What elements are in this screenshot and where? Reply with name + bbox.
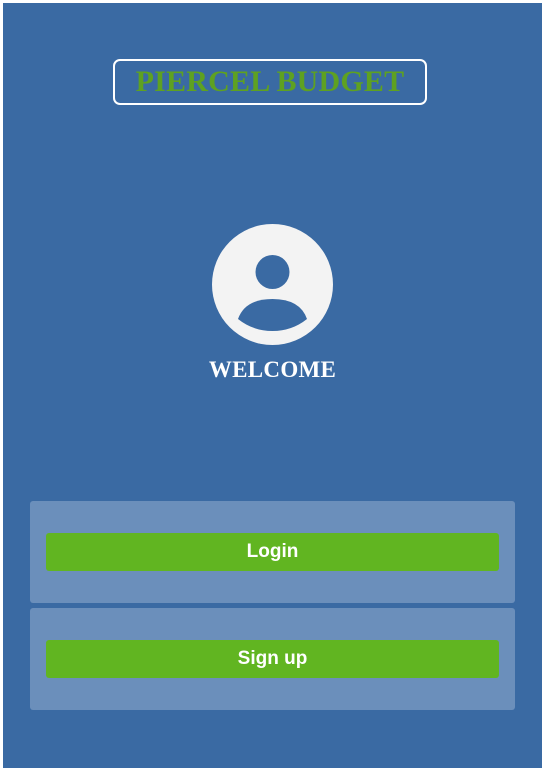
user-avatar-icon <box>212 224 333 345</box>
welcome-heading: WELCOME <box>208 357 337 382</box>
brand-title: PIERCEL BUDGET <box>135 65 405 98</box>
brand-box: PIERCEL BUDGET <box>113 59 427 105</box>
signup-panel: Sign up <box>30 608 515 710</box>
signup-button[interactable]: Sign up <box>46 640 499 678</box>
welcome-screen: PIERCEL BUDGET WELCOME Login Sign up <box>3 3 542 768</box>
login-panel: Login <box>30 501 515 603</box>
login-button[interactable]: Login <box>46 533 499 571</box>
